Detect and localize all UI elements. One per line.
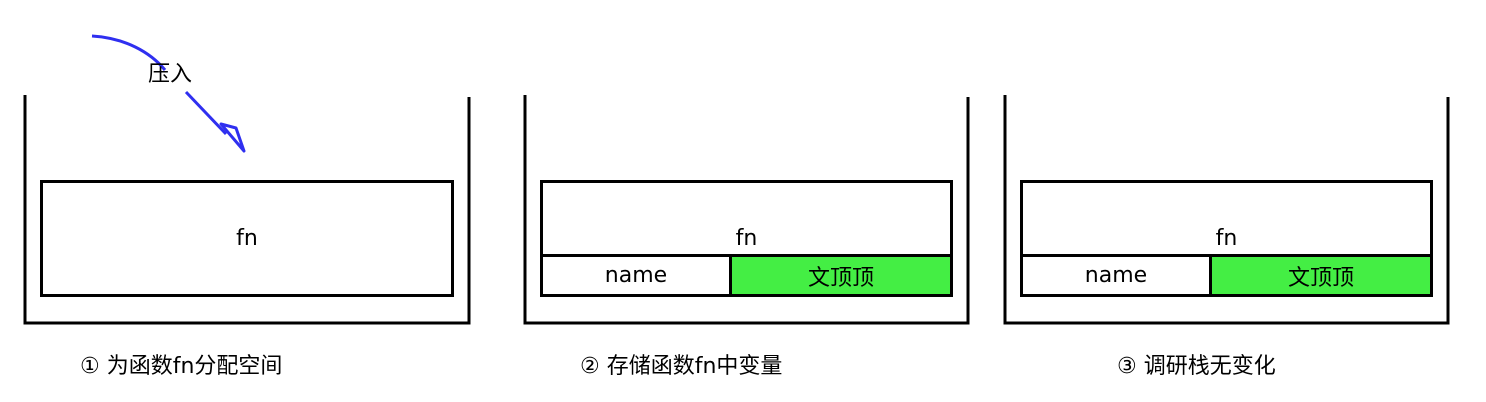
variable-name-cell: name: [1020, 254, 1212, 297]
push-arrow-head: [219, 122, 246, 153]
caption-step-3: ③ 调研栈无变化: [1117, 354, 1276, 379]
frame-label: fn: [1215, 226, 1238, 251]
push-label: 压入: [148, 62, 193, 87]
caption-step-1: ① 为函数fn分配空间: [80, 354, 283, 379]
variable-name-cell: name: [540, 254, 732, 297]
stack-diagram: 压入 fn ① 为函数fn分配空间 fn name 文顶顶 ② 存储函数fn中变…: [0, 0, 1486, 402]
frame-label: fn: [735, 226, 758, 251]
caption-step-2: ② 存储函数fn中变量: [580, 354, 783, 379]
frame-label: fn: [236, 226, 258, 251]
variable-value-cell: 文顶顶: [729, 254, 953, 297]
push-arrow-shaft: [184, 90, 228, 136]
variable-value-cell: 文顶顶: [1209, 254, 1433, 297]
